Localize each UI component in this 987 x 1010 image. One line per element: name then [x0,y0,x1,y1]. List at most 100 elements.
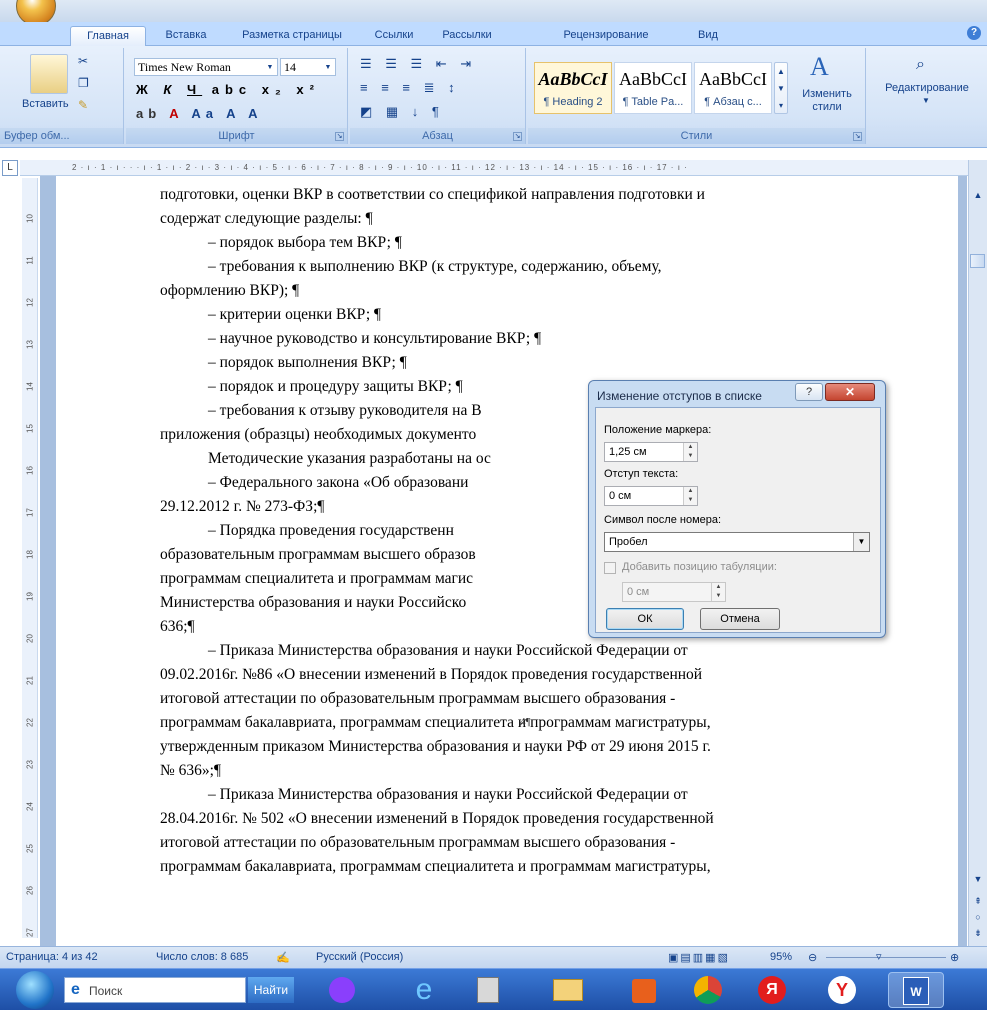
styles-scroll-buttons[interactable]: ▲ ▼ ▾ [774,62,788,114]
cortana-icon[interactable] [314,972,370,1008]
document-line[interactable]: программам бакалавриата, программам спец… [160,855,906,879]
style-heading-2[interactable]: AaBbCcI ¶ Heading 2 [534,62,612,114]
dialog-title: Изменение отступов в списке [597,389,762,403]
document-line[interactable]: утвержденным приказом Министерства образ… [160,735,906,759]
document-line[interactable]: 28.04.2016г. № 502 «О внесении изменений… [160,807,906,831]
font-dialog-launcher-icon[interactable]: ↘ [335,132,344,141]
style-sample: AaBbCcI [538,69,608,89]
ok-button[interactable]: ОК [606,608,684,630]
shading-border-buttons[interactable]: ◩ ▦ ↓ ¶ [360,104,444,120]
ribbon-tabs: Главная Вставка Разметка страницы Ссылки… [0,22,987,46]
page-count[interactable]: Страница: 4 из 42 [6,951,98,963]
document-line[interactable]: № 636»;¶ [160,759,906,783]
spinner-arrows-icon[interactable]: ▲ ▼ [683,487,697,505]
media-player-icon[interactable] [616,972,672,1008]
chevron-down-icon[interactable]: ▼ [853,533,869,551]
document-line[interactable]: программам бакалавриата, программам спец… [160,711,906,735]
horizontal-ruler[interactable]: 2 · ı · 1 · ı · · · ı · 1 · ı · 2 · ı · … [20,160,980,176]
scroll-up-icon[interactable]: ▲ [972,190,984,200]
start-button[interactable] [16,971,54,1009]
copy-icon[interactable]: ❐ [78,76,89,90]
document-line[interactable]: 09.02.2016г. №86 «О внесении изменений в… [160,663,906,687]
paste-icon[interactable] [30,54,68,94]
document-line[interactable]: – порядок выбора тем ВКР; ¶ [160,231,906,255]
title-bar [0,0,987,22]
dialog-body: Положение маркера: 1,25 см ▲ ▼ Отступ текс… [595,407,881,633]
document-line[interactable]: – Приказа Министерства образования и нау… [160,783,906,807]
paste-button-label[interactable]: Вставить [22,98,69,110]
add-tab-stop-checkbox[interactable] [604,562,616,574]
tab-stop-spinner[interactable]: 0 см ▲ ▼ [622,582,726,602]
vertical-scrollbar[interactable] [968,160,987,946]
zoom-in-icon[interactable]: ⊕ [950,951,959,964]
font-size-combo[interactable]: 14 ▼ [280,58,336,76]
cancel-button[interactable]: Отмена [700,608,780,630]
styles-dialog-launcher-icon[interactable]: ↘ [853,132,862,141]
dialog-help-button[interactable]: ? [795,383,823,401]
font-name-combo[interactable]: Times New Roman ▼ [134,58,278,76]
spinner-arrows-icon[interactable]: ▲ ▼ [683,443,697,461]
search-button[interactable]: Найти [248,977,294,1003]
tab-insert[interactable]: Вставка [156,26,216,46]
zoom-slider-thumb[interactable]: ▿ [876,950,882,963]
scrollbar-thumb[interactable] [970,254,985,268]
previous-page-icon[interactable]: ⇞ [972,896,984,907]
next-page-icon[interactable]: ⇟ [972,928,984,939]
document-line[interactable]: оформлению ВКР); ¶ [160,279,906,303]
editing-group: ⌕ Редактирование ▼ [868,48,985,144]
alignment-buttons[interactable]: ≡ ≡ ≡ ≣ ↕ [360,80,460,96]
style-list-paragraph[interactable]: AaBbCcI ¶ Абзац с... [694,62,772,114]
font-color-buttons[interactable]: ab A Aa A A [136,106,263,121]
tab-review[interactable]: Рецензирование [554,26,658,46]
yandex-icon[interactable]: Я [744,972,800,1008]
style-table-paragraph[interactable]: AaBbCcI ¶ Table Pa... [614,62,692,114]
change-styles-button[interactable]: Изменить стили [792,88,862,114]
calculator-icon[interactable] [460,972,516,1008]
text-indent-label: Отступ текста: [604,468,679,480]
internet-explorer-icon[interactable]: e [396,972,452,1008]
tab-page-layout[interactable]: Разметка страницы [232,26,352,46]
list-buttons[interactable]: ☰ ☰ ☰ ⇤ ⇥ [360,56,476,72]
help-icon[interactable]: ? [967,26,981,40]
yandex-browser-icon[interactable]: Y [814,972,870,1008]
tab-mailings[interactable]: Рассылки [432,26,502,46]
document-line[interactable]: подготовки, оценки ВКР в соответствии со… [160,183,906,207]
language[interactable]: Русский (Россия) [316,951,403,963]
view-buttons[interactable]: ▣▤▥▦▧ [668,951,730,964]
text-indent-spinner[interactable]: 0 см ▲ ▼ [604,486,698,506]
marker-position-spinner[interactable]: 1,25 см ▲ ▼ [604,442,698,462]
tab-stop-value: 0 см [627,586,650,598]
select-browse-object-icon[interactable]: ○ [972,912,984,922]
document-line[interactable]: – требования к выполнению ВКР (к структу… [160,255,906,279]
scroll-down-icon[interactable]: ▼ [972,874,984,884]
cut-icon[interactable]: ✂ [78,54,88,68]
document-line[interactable]: содержат следующие разделы: ¶ [160,207,906,231]
document-line[interactable]: – критерии оценки ВКР; ¶ [160,303,906,327]
editing-button[interactable]: Редактирование [872,82,982,94]
word-count[interactable]: Число слов: 8 685 [156,951,248,963]
font-format-buttons[interactable]: Ж К Ч abc x₂ x² [136,82,320,97]
search-box[interactable]: e Поиск [64,977,246,1003]
zoom-slider[interactable] [826,957,946,958]
tab-selector[interactable]: L [2,160,18,176]
file-explorer-icon[interactable] [540,972,596,1008]
word-icon[interactable]: W [888,972,944,1008]
format-painter-icon[interactable]: ✎ [78,98,88,112]
vertical-ruler-number: 12 [25,298,35,307]
tab-references[interactable]: Ссылки [364,26,424,46]
tab-view[interactable]: Вид [686,26,730,46]
dialog-close-button[interactable]: ✕ [825,383,875,401]
document-line[interactable]: итоговой аттестации по образовательным п… [160,687,906,711]
zoom-level[interactable]: 95% [770,951,792,963]
zoom-out-icon[interactable]: ⊖ [808,951,817,964]
proofing-icon[interactable]: ✍ [276,951,290,964]
document-line[interactable]: – Приказа Министерства образования и нау… [160,639,906,663]
tab-home[interactable]: Главная [70,26,146,46]
paragraph-dialog-launcher-icon[interactable]: ↘ [513,132,522,141]
document-line[interactable]: итоговой аттестации по образовательным п… [160,831,906,855]
document-line[interactable]: – порядок выполнения ВКР; ¶ [160,351,906,375]
follow-number-select[interactable]: Пробел ▼ [604,532,870,552]
document-line[interactable]: – научное руководство и консультирование… [160,327,906,351]
font-name-value: Times New Roman [138,60,231,74]
chrome-icon[interactable] [680,972,736,1008]
